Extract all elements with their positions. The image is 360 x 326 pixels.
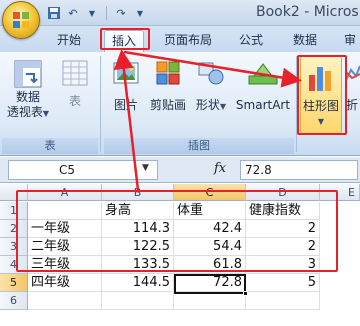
undo-dropdown-icon[interactable]: ▼ (84, 5, 100, 21)
undo-icon[interactable]: ↶ (65, 5, 81, 21)
tab-review[interactable]: 审 (340, 30, 360, 52)
pivot-table-button[interactable]: 数据 透视表▼ (4, 58, 52, 134)
shapes-button[interactable]: 形状▼ (192, 58, 230, 122)
smartart-icon (248, 63, 278, 85)
tab-data[interactable]: 数据 (288, 30, 322, 52)
quick-access-toolbar: ↶ ▼ ↷ ▼ (46, 4, 148, 22)
table-label: 表 (68, 94, 81, 108)
table-icon (62, 60, 88, 86)
smartart-button[interactable]: SmartArt (232, 58, 294, 122)
cell-b6[interactable] (102, 292, 174, 310)
annotation-box-column-chart (297, 55, 347, 135)
annotation-box-data-range (16, 190, 338, 272)
save-icon[interactable] (46, 5, 62, 21)
group-label-table: 表 (2, 138, 98, 154)
formula-input[interactable]: 72.8 (240, 160, 358, 180)
group-label-illustrations: 插图 (104, 138, 294, 154)
cell-d6[interactable] (246, 292, 320, 310)
cell-a6[interactable] (28, 292, 102, 310)
pivot-table-label-1: 数据 (15, 90, 40, 104)
fill-handle[interactable] (243, 291, 248, 296)
smartart-label: SmartArt (235, 98, 291, 112)
picture-button[interactable]: 图片 (106, 58, 146, 122)
office-button[interactable] (2, 1, 40, 39)
clipart-label: 剪贴画 (149, 98, 186, 112)
insert-function-icon[interactable]: fx (214, 161, 226, 176)
active-cell-border (174, 274, 246, 294)
cell-d5[interactable]: 5 (246, 274, 320, 292)
shapes-label: 形状▼ (195, 98, 227, 112)
row-header-6[interactable]: 6 (0, 292, 28, 310)
annotation-box-insert-tab (100, 28, 150, 50)
cell-c6[interactable] (174, 292, 246, 310)
formula-bar: C5 ▼ fx 72.8 (0, 157, 360, 183)
name-box-dropdown-icon[interactable]: ▼ (142, 163, 149, 173)
pivot-table-label-2: 透视表▼ (6, 105, 50, 119)
cell-b5[interactable]: 144.5 (102, 274, 174, 292)
qat-separator (106, 6, 107, 20)
tab-home[interactable]: 开始 (52, 30, 86, 52)
title-bar: ↶ ▼ ↷ ▼ Book2 - Micros (0, 0, 360, 39)
clipart-icon (156, 61, 180, 85)
group-separator (100, 56, 101, 152)
table-button[interactable]: 表 (58, 58, 92, 118)
tab-page-layout[interactable]: 页面布局 (160, 30, 216, 52)
redo-icon[interactable]: ↷ (113, 5, 129, 21)
name-box[interactable]: C5 (8, 160, 158, 180)
pivot-table-icon (14, 60, 42, 88)
ribbon-tabs: 开始 插入 页面布局 公式 数据 审 (0, 26, 360, 52)
row-header-5[interactable]: 5 (0, 274, 28, 292)
picture-label: 图片 (113, 98, 138, 112)
customize-qat-icon[interactable]: ▼ (132, 5, 148, 21)
tab-formulas[interactable]: 公式 (234, 30, 268, 52)
clipart-button[interactable]: 剪贴画 (146, 58, 190, 122)
picture-icon (113, 62, 139, 84)
window-title: Book2 - Micros (256, 4, 359, 20)
cell-a5[interactable]: 四年级 (28, 274, 102, 292)
office-logo-icon (13, 12, 29, 28)
shapes-icon (198, 62, 224, 85)
